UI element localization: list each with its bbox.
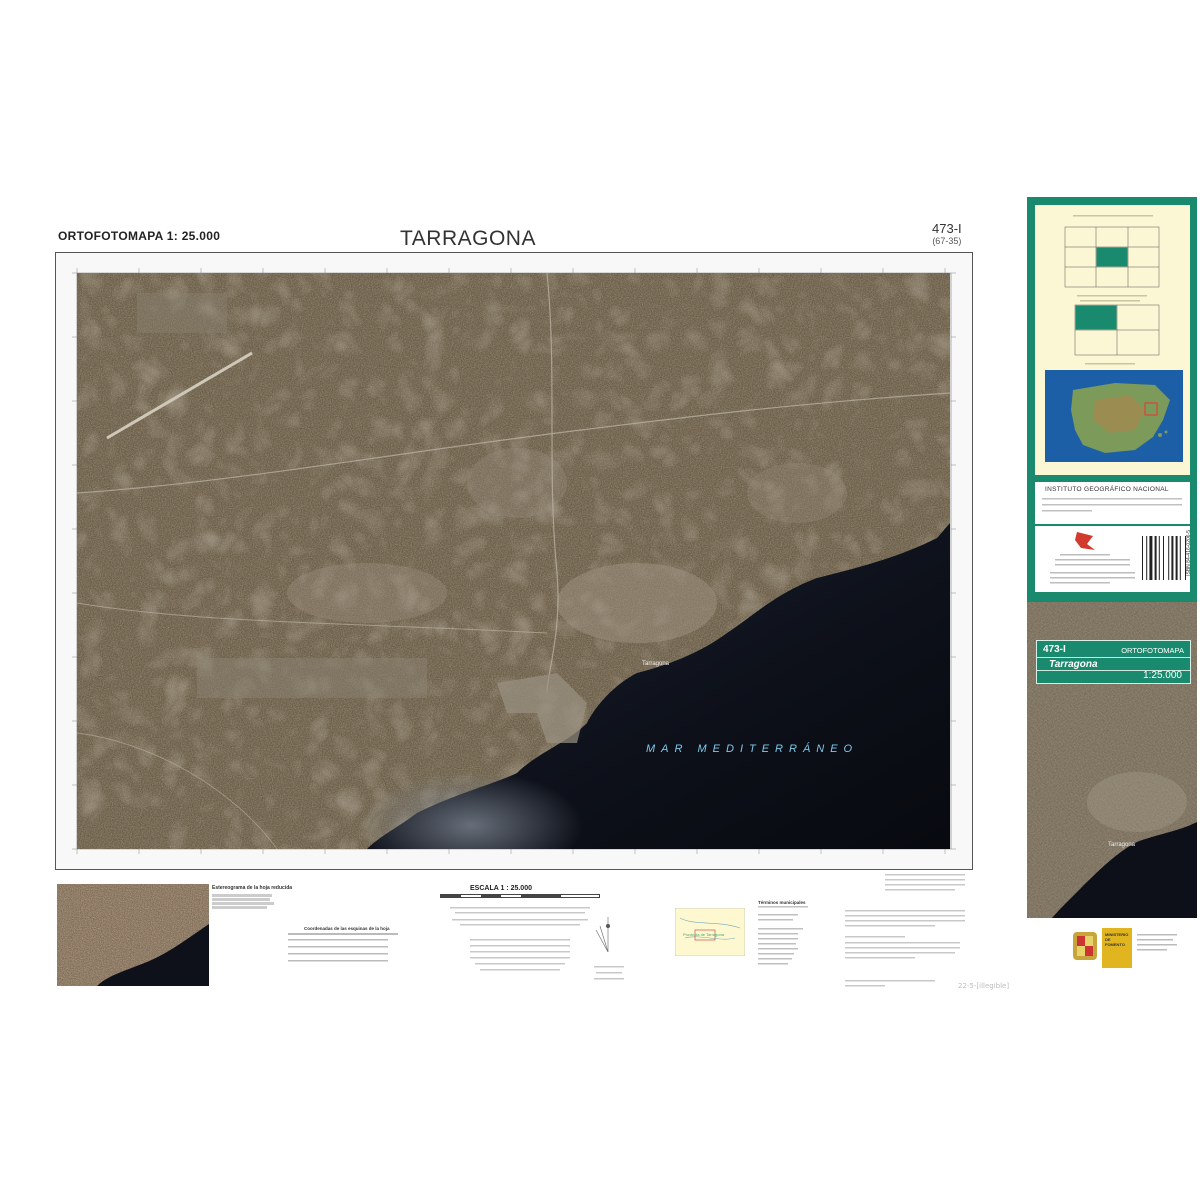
cover-scale: 1:25.000 [1143, 670, 1182, 681]
cnig-box: ISBN 84-416-0206-5 [1035, 526, 1192, 592]
ministry-directorate [1137, 934, 1177, 951]
stereogram-title: Estereograma de la hoja reducida [212, 885, 293, 891]
sheet-number-value: 473-I [932, 221, 962, 236]
municipalities-list [758, 906, 808, 965]
stereogram-thumbnail [57, 884, 209, 986]
cover-city-label: Tarragona [1108, 842, 1136, 848]
cover-series: ORTOFOTOMAPA [1121, 646, 1184, 655]
cnig-logo-icon [1075, 532, 1095, 550]
sheet-title: TARRAGONA [400, 227, 536, 250]
ministry-name: MINISTERIO DE FOMENTO [1105, 932, 1129, 947]
sheet-code: (67-35) [932, 236, 962, 246]
handwritten-note: 22-5-[illegible] [958, 982, 1010, 990]
province-label: Provincia de Tarragona [683, 932, 725, 937]
institute-box: INSTITUTO GEOGRÁFICO NACIONAL [1035, 482, 1190, 524]
cover-index-maps [1035, 205, 1190, 475]
stereogram-text [212, 893, 282, 910]
isbn: ISBN 84-416-0206-5 [1186, 530, 1192, 576]
city-label: Tarragona [642, 661, 670, 667]
coat-of-arms-icon [1073, 932, 1097, 960]
scale-title: ESCALA 1 : 25.000 [470, 885, 532, 892]
cnig-logo-block [1050, 532, 1186, 586]
cover-title: Tarragona [1049, 659, 1098, 670]
sheet-number: 473-I (67-35) [932, 221, 962, 246]
north-arrow-diagram [594, 917, 624, 980]
corners-table [288, 933, 398, 962]
municipalities-title: Términos municipales [758, 900, 806, 905]
institute-name: INSTITUTO GEOGRÁFICO NACIONAL [1045, 486, 1169, 493]
scale-notes [450, 907, 590, 971]
series-title: ORTOFOTOMAPA 1: 25.000 [58, 229, 221, 243]
sea-label: MAR MEDITERRÁNEO [646, 743, 859, 755]
technical-notes [845, 874, 965, 987]
cover-title-band: 473-I ORTOFOTOMAPA Tarragona 1:25.000 [1036, 640, 1191, 684]
scale-bar [440, 894, 600, 898]
institute-address [1042, 498, 1182, 512]
corners-title: Coordenadas de las esquinas de la hoja [304, 926, 390, 931]
orthophoto [77, 273, 950, 849]
ministry-box: MINISTERIO DE FOMENTO [1027, 918, 1197, 1002]
cover-sheet-number: 473-I [1043, 644, 1066, 655]
